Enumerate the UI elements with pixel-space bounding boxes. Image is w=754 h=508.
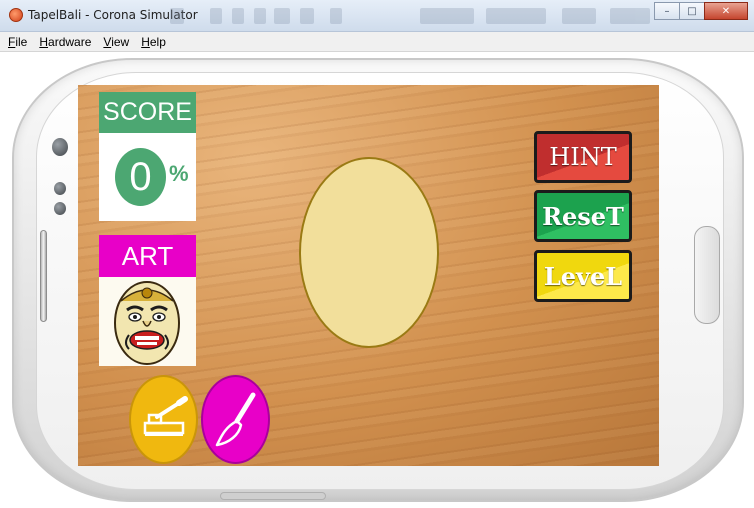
mask-reference-image	[114, 281, 180, 365]
window-controls: – □ ✕	[654, 2, 748, 20]
chisel-icon	[143, 396, 188, 436]
brush-tool-button[interactable]	[201, 375, 270, 464]
score-value: 0	[115, 148, 166, 206]
menu-view[interactable]: View	[103, 35, 129, 49]
window-titlebar: TapelBali - Corona Simulator – □ ✕	[0, 0, 754, 32]
chisel-tool-button[interactable]	[129, 375, 198, 464]
score-panel: 0 %	[99, 133, 196, 221]
score-label: SCORE	[99, 92, 196, 133]
hint-button[interactable]: HINT	[534, 131, 632, 183]
brush-icon	[215, 392, 256, 447]
maximize-button[interactable]: □	[679, 2, 705, 20]
menu-help[interactable]: Help	[141, 35, 166, 49]
menu-hardware[interactable]: Hardware	[39, 35, 91, 49]
score-unit: %	[169, 161, 189, 186]
art-preview	[99, 277, 196, 366]
sensor-dot	[54, 182, 66, 195]
blank-mask-canvas[interactable]	[299, 157, 439, 348]
device-home-button[interactable]	[694, 226, 720, 324]
front-camera	[52, 138, 68, 156]
level-button[interactable]: LeveL	[534, 250, 632, 302]
reset-button[interactable]: ReseT	[534, 190, 632, 242]
app-icon	[9, 8, 23, 22]
sensor-dot	[54, 202, 66, 215]
background-toolbar	[170, 6, 650, 28]
device-bottom-key	[220, 492, 326, 500]
art-label: ART	[99, 235, 196, 277]
menu-bar: File Hardware View Help	[0, 32, 754, 52]
menu-file[interactable]: File	[8, 35, 27, 49]
game-screen: SCORE 0 % ART HINT ReseT LeveL	[78, 85, 659, 466]
close-button[interactable]: ✕	[704, 2, 748, 20]
device-volume-key[interactable]	[40, 230, 47, 322]
minimize-button[interactable]: –	[654, 2, 680, 20]
